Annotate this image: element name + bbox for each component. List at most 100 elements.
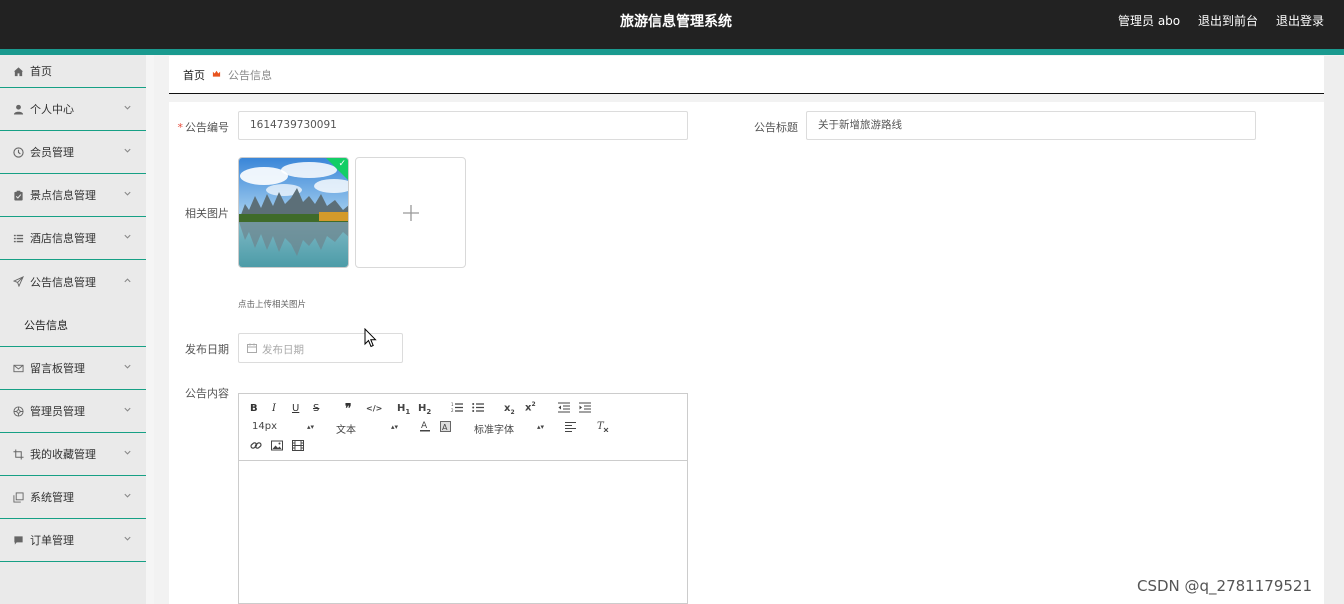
chevron-down-icon: [123, 405, 132, 417]
notice-content-label: 公告内容: [185, 387, 229, 400]
notice-title-input[interactable]: 关于新增旅游路线: [806, 111, 1256, 140]
superscript-icon[interactable]: x2: [525, 401, 536, 413]
crop-icon: [12, 448, 24, 460]
send-icon: [12, 276, 24, 288]
mail-icon: [12, 362, 24, 374]
upload-success-badge: ✓: [326, 158, 348, 180]
svg-text:A: A: [421, 421, 428, 431]
top-header: 旅游信息管理系统 管理员 abo 退出到前台 退出登录: [0, 0, 1344, 49]
background-color-icon[interactable]: A: [440, 421, 451, 435]
sidebar-item-label: 公告信息管理: [30, 275, 96, 289]
select-arrows-icon: ▴▾: [391, 423, 399, 431]
svg-text:1: 1: [451, 402, 454, 407]
sidebar-subitem-notice-info[interactable]: 公告信息: [0, 303, 146, 347]
target-icon: [12, 405, 24, 417]
block-format-value: 文本: [336, 425, 356, 436]
home-icon: [12, 65, 24, 77]
align-icon[interactable]: [565, 421, 576, 435]
sidebar-item-label: 会员管理: [30, 146, 74, 159]
select-arrows-icon: ▴▾: [307, 423, 315, 431]
notice-number-input[interactable]: 1614739730091: [238, 111, 688, 140]
user-icon: [12, 103, 24, 115]
font-family-select[interactable]: 标准字体 ▴▾: [474, 421, 544, 436]
sidebar-item-label: 首页: [30, 65, 52, 78]
main-scrollbar[interactable]: [1324, 56, 1344, 604]
bullet-list-icon[interactable]: [472, 402, 484, 416]
header2-icon[interactable]: H2: [418, 403, 431, 416]
chevron-down-icon: [123, 146, 132, 158]
sidebar-item-scenic[interactable]: 景点信息管理: [0, 174, 146, 217]
sidebar-item-label: 个人中心: [30, 103, 74, 116]
crown-icon: [212, 68, 221, 77]
required-mark: *: [177, 121, 184, 134]
select-arrows-icon: ▴▾: [537, 423, 545, 431]
exit-to-front-link[interactable]: 退出到前台: [1198, 12, 1258, 29]
admin-user-label: 管理员 abo: [1118, 14, 1181, 28]
image-label: 相关图片: [185, 207, 229, 220]
sidebar-scrollbar[interactable]: [146, 55, 154, 604]
uploaded-image-thumbnail[interactable]: ✓: [238, 157, 349, 268]
rich-text-editor: B I U S ❞ </> H1 H2 12 x2 x2 14px ▴▾ 文本 ▴▾…: [238, 393, 688, 604]
ordered-list-icon[interactable]: 12: [451, 402, 463, 416]
plus-icon: [402, 204, 419, 221]
sidebar-item-members[interactable]: 会员管理: [0, 131, 146, 174]
publish-date-label: 发布日期: [185, 343, 229, 356]
notice-number-label: * 公告编号: [177, 121, 230, 134]
clear-format-icon[interactable]: T: [597, 420, 609, 435]
image-icon[interactable]: [271, 440, 283, 454]
sidebar-item-label: 系统管理: [30, 491, 74, 504]
sidebar-item-orders[interactable]: 订单管理: [0, 519, 146, 562]
strike-icon[interactable]: S: [313, 403, 319, 414]
sidebar-item-messages[interactable]: 留言板管理: [0, 347, 146, 390]
clipboard-icon: [12, 189, 24, 201]
upload-image-button[interactable]: [355, 157, 466, 268]
video-icon[interactable]: [292, 440, 304, 454]
bold-icon[interactable]: B: [250, 403, 258, 414]
notice-title-label: 公告标题: [754, 121, 798, 134]
sidebar-item-label: 订单管理: [30, 534, 74, 547]
chevron-down-icon: [123, 534, 132, 546]
italic-icon[interactable]: I: [272, 403, 276, 414]
chevron-down-icon: [123, 362, 132, 374]
outdent-icon[interactable]: [558, 402, 570, 416]
svg-text:2: 2: [451, 408, 454, 413]
sidebar-item-label: 景点信息管理: [30, 189, 96, 202]
sidebar-item-label: 酒店信息管理: [30, 232, 96, 245]
breadcrumb-current: 公告信息: [228, 69, 272, 82]
check-icon: ✓: [338, 159, 346, 169]
code-block-icon[interactable]: </>: [366, 404, 382, 413]
logout-link[interactable]: 退出登录: [1276, 12, 1324, 29]
font-size-value: 14px: [252, 421, 277, 432]
chevron-down-icon: [123, 448, 132, 460]
sidebar-item-home[interactable]: 首页: [0, 55, 146, 88]
breadcrumb-home[interactable]: 首页: [183, 67, 205, 83]
chevron-down-icon: [123, 491, 132, 503]
sidebar-item-admins[interactable]: 管理员管理: [0, 390, 146, 433]
sidebar-subitem-label: 公告信息: [24, 318, 68, 332]
date-placeholder: 发布日期: [262, 344, 304, 356]
chevron-down-icon: [123, 189, 132, 201]
sidebar-item-system[interactable]: 系统管理: [0, 476, 146, 519]
font-color-icon[interactable]: A: [420, 420, 430, 435]
list-icon: [12, 232, 24, 244]
chevron-down-icon: [123, 103, 132, 115]
sidebar-item-notices[interactable]: 公告信息管理: [0, 260, 146, 303]
breadcrumb: 首页 公告信息: [169, 56, 1324, 94]
font-size-select[interactable]: 14px ▴▾: [252, 421, 314, 432]
indent-icon[interactable]: [579, 402, 591, 416]
sidebar-item-label: 管理员管理: [30, 405, 85, 418]
underline-icon[interactable]: U: [292, 403, 299, 414]
svg-text:A: A: [442, 423, 448, 432]
chat-icon: [12, 534, 24, 546]
block-format-select[interactable]: 文本 ▴▾: [336, 421, 398, 436]
blockquote-icon[interactable]: ❞: [345, 401, 351, 415]
sidebar-item-favorites[interactable]: 我的收藏管理: [0, 433, 146, 476]
subscript-icon[interactable]: x2: [504, 403, 515, 416]
header1-icon[interactable]: H1: [397, 403, 410, 416]
sidebar-item-hotels[interactable]: 酒店信息管理: [0, 217, 146, 260]
publish-date-picker[interactable]: 发布日期: [238, 333, 403, 363]
editor-toolbar: B I U S ❞ </> H1 H2 12 x2 x2 14px ▴▾ 文本 ▴▾…: [239, 394, 687, 461]
sidebar-item-label: 留言板管理: [30, 362, 85, 375]
link-icon[interactable]: [250, 440, 262, 454]
sidebar-item-personal[interactable]: 个人中心: [0, 88, 146, 131]
